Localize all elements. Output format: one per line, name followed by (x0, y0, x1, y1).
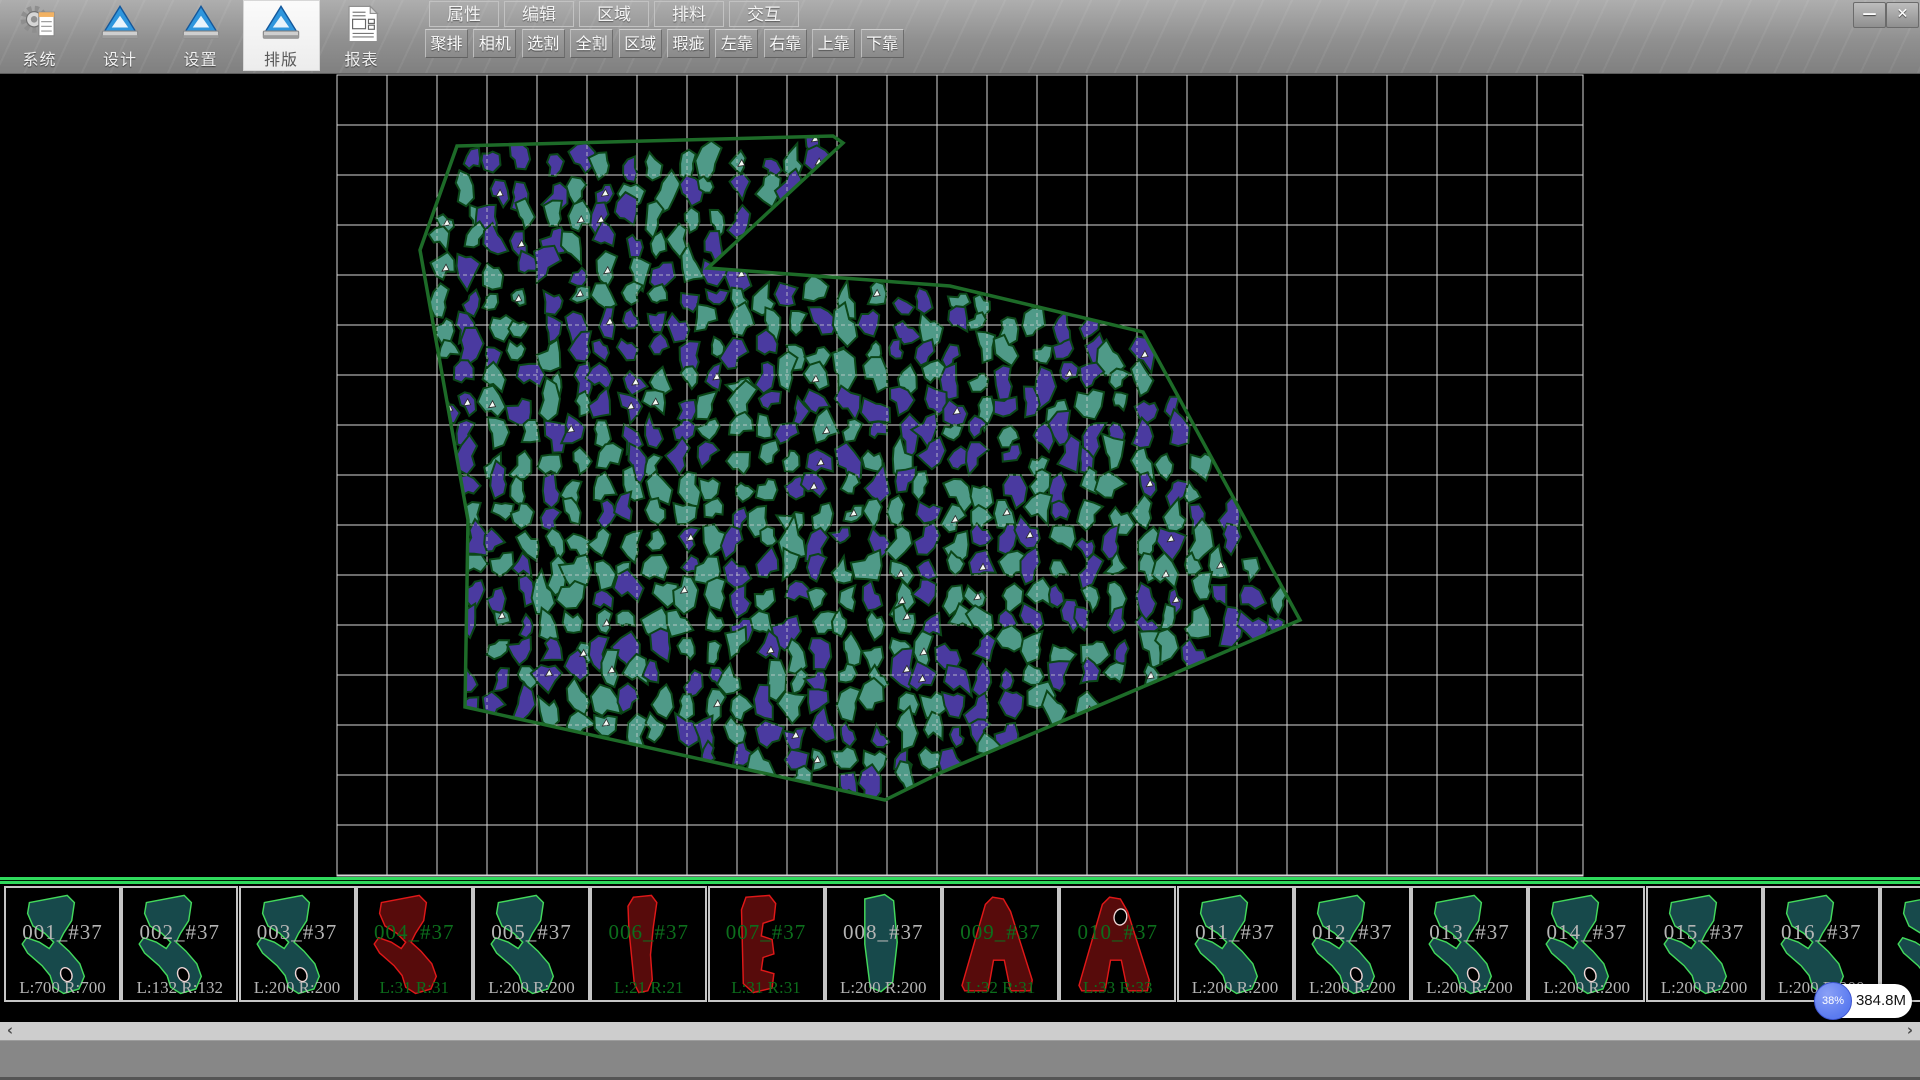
minimize-button[interactable]: — (1853, 2, 1886, 28)
thumbnail-cell-011_#37[interactable]: 011_#37 L:200 R:200 (1177, 886, 1294, 1002)
thumbnail-cell-001_#37[interactable]: 001_#37 L:700 R:700 (4, 886, 121, 1002)
menu-tab-region[interactable]: 区域 (579, 1, 649, 27)
thumbnail-cell-002_#37[interactable]: 002_#37 L:132 R:132 (121, 886, 238, 1002)
piece-lr-label: L:31 R:31 (358, 978, 471, 998)
menu-tab-interact[interactable]: 交互 (729, 1, 799, 27)
status-bar (0, 1040, 1920, 1078)
piece-id-label: 002_#37 (123, 920, 236, 945)
close-button[interactable]: ✕ (1886, 2, 1919, 28)
piece-lr-label: L:200 R:200 (475, 978, 588, 998)
tool-button-defect[interactable]: 瑕疵 (667, 29, 710, 58)
scroll-left-arrow-icon[interactable]: ‹ (0, 1022, 20, 1040)
piece-id-label: 006_#37 (592, 920, 705, 945)
toolbar-button-settings[interactable]: 设置 (162, 0, 239, 71)
system-gear-icon (20, 4, 60, 44)
piece-id-label: 013_#37 (1413, 920, 1526, 945)
thumbnail-cell-012_#37[interactable]: 012_#37 L:200 R:200 (1294, 886, 1411, 1002)
tool-button-region[interactable]: 区域 (619, 29, 662, 58)
menu-tab-nesting[interactable]: 排料 (654, 1, 724, 27)
piece-lr-label: L:32 R:31 (944, 978, 1057, 998)
toolbar-button-label: 排版 (243, 46, 320, 70)
thumbnail-cell-015_#37[interactable]: 015_#37 L:200 R:200 (1646, 886, 1763, 1002)
piece-lr-label: L:200 R:200 (241, 978, 354, 998)
menu-tab-edit[interactable]: 编辑 (504, 1, 574, 27)
design-ruler-icon (100, 4, 140, 44)
piece-thumbnail-strip: 001_#37L:700 R:700002_#37L:132 R:132003_… (0, 886, 1920, 1002)
layout-ruler-icon (261, 4, 301, 44)
toolbar-button-report[interactable]: 报表 (323, 0, 400, 71)
piece-id-label: 009_#37 (944, 920, 1057, 945)
piece-lr-label: L:200 R:200 (1179, 978, 1292, 998)
piece-id-label: 014_#37 (1530, 920, 1643, 945)
tool-button-snap-right[interactable]: 右靠 (764, 29, 807, 58)
thumbnail-cell-004_#37[interactable]: 004_#37 L:31 R:31 (356, 886, 473, 1002)
main-toolbar: 系统设计设置排版报表 属性编辑区域排料交互 聚排相机选割全割区域瑕疵左靠右靠上靠… (0, 0, 1920, 74)
piece-lr-label: L:33 R:33 (1061, 978, 1174, 998)
toolbar-button-design[interactable]: 设计 (82, 0, 159, 71)
piece-id-label: 008_#37 (827, 920, 940, 945)
tool-button-snap-down[interactable]: 下靠 (861, 29, 904, 58)
tool-button-cut-all[interactable]: 全割 (570, 29, 613, 58)
application-window: 系统设计设置排版报表 属性编辑区域排料交互 聚排相机选割全割区域瑕疵左靠右靠上靠… (0, 0, 1920, 1080)
memory-progress-badge: 38% 384.8M (1816, 984, 1912, 1018)
piece-id-label: 003_#37 (241, 920, 354, 945)
toolbar-button-label: 设计 (82, 46, 159, 70)
piece-lr-label: L:21 R:21 (592, 978, 705, 998)
toolbar-button-label: 报表 (323, 46, 400, 70)
tool-button-snap-left[interactable]: 左靠 (715, 29, 758, 58)
piece-lr-label: L:200 R:200 (827, 978, 940, 998)
tool-button-camera[interactable]: 相机 (473, 29, 516, 58)
memory-value: 384.8M (1854, 984, 1908, 1018)
scroll-right-arrow-icon[interactable]: › (1900, 1022, 1920, 1040)
tool-button-snap-up[interactable]: 上靠 (812, 29, 855, 58)
piece-id-label: 016_#37 (1765, 920, 1878, 945)
piece-id-label: 015_#37 (1648, 920, 1761, 945)
piece-id-label: 012_#37 (1296, 920, 1409, 945)
toolbar-button-system[interactable]: 系统 (1, 0, 78, 71)
thumbnail-cell-006_#37[interactable]: 006_#37 L:21 R:21 (590, 886, 707, 1002)
piece-lr-label: L:700 R:700 (6, 978, 119, 998)
piece-shape (1888, 890, 1920, 998)
piece-id-label: 004_#37 (358, 920, 471, 945)
menu-tab-properties[interactable]: 属性 (429, 1, 499, 27)
horizontal-scrollbar[interactable]: ‹ › (0, 1022, 1920, 1040)
piece-lr-label: L:200 R:200 (1648, 978, 1761, 998)
toolbar-button-layout[interactable]: 排版 (243, 0, 320, 71)
piece-lr-label: L:200 R:200 (1296, 978, 1409, 998)
piece-lr-label: L:132 R:132 (123, 978, 236, 998)
settings-ruler-icon (181, 4, 221, 44)
thumbnail-cell-013_#37[interactable]: 013_#37 L:200 R:200 (1411, 886, 1528, 1002)
piece-lr-label: L:200 R:200 (1530, 978, 1643, 998)
thumbnail-cell-005_#37[interactable]: 005_#37 L:200 R:200 (473, 886, 590, 1002)
toolbar-button-label: 设置 (162, 46, 239, 70)
piece-id-label: 005_#37 (475, 920, 588, 945)
nesting-canvas-area[interactable] (0, 73, 1920, 877)
piece-id-label: 007_#37 (710, 920, 823, 945)
progress-percent: 38% (1814, 982, 1852, 1020)
thumbnail-cell-010_#37[interactable]: 010_#37 L:33 R:33 (1059, 886, 1176, 1002)
report-doc-icon (342, 4, 382, 44)
toolbar-button-label: 系统 (1, 46, 78, 70)
thumbnail-separator (0, 877, 1920, 886)
thumbnail-cell-008_#37[interactable]: 008_#37 L:200 R:200 (825, 886, 942, 1002)
tool-button-cluster-nest[interactable]: 聚排 (425, 29, 468, 58)
piece-id-label: 001_#37 (6, 920, 119, 945)
nesting-canvas[interactable] (0, 73, 1920, 877)
thumbnail-cell-009_#37[interactable]: 009_#37 L:32 R:31 (942, 886, 1059, 1002)
piece-id-label: 011_#37 (1179, 920, 1292, 945)
piece-lr-label: L:200 R:200 (1413, 978, 1526, 998)
thumbnail-cell-003_#37[interactable]: 003_#37 L:200 R:200 (239, 886, 356, 1002)
thumbnail-cell-007_#37[interactable]: 007_#37 L:31 R:31 (708, 886, 825, 1002)
thumbnail-cell-014_#37[interactable]: 014_#37 L:200 R:200 (1528, 886, 1645, 1002)
piece-id-label: 010_#37 (1061, 920, 1174, 945)
piece-lr-label: L:31 R:31 (710, 978, 823, 998)
tool-button-select-cut[interactable]: 选割 (522, 29, 565, 58)
